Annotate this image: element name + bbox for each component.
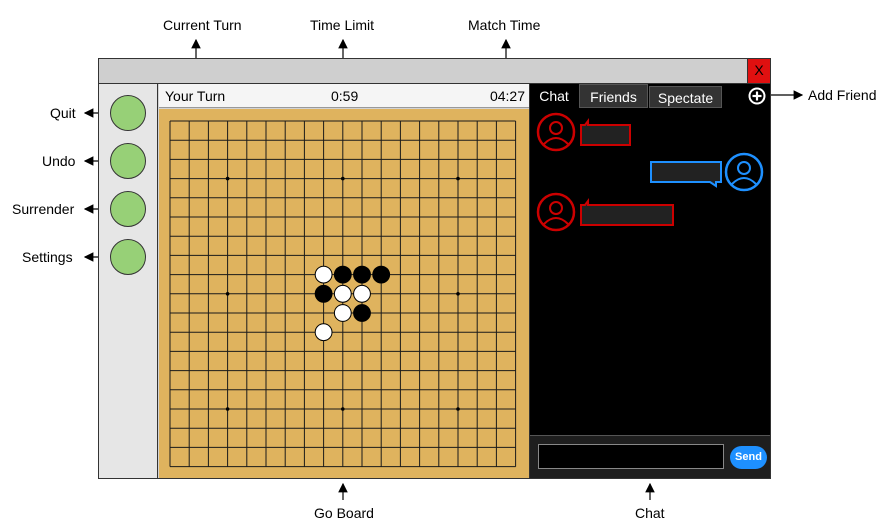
tab-spectate[interactable]: Spectate (649, 86, 722, 108)
star-point (225, 407, 230, 411)
status-bar: Your Turn 0:59 04:27 (159, 84, 529, 108)
star-point (456, 292, 460, 296)
chat-panel: Chat Friends Spectate Send (529, 84, 770, 478)
chat-input[interactable] (538, 444, 724, 469)
white-stone (353, 284, 371, 303)
send-button[interactable]: Send (730, 446, 767, 469)
settings-button[interactable] (110, 239, 146, 275)
black-stone (353, 304, 371, 322)
white-stone (314, 323, 333, 342)
match-time-value: 04:27 (489, 88, 525, 104)
chat-message-opponent (536, 192, 674, 232)
white-stone (333, 304, 352, 322)
go-board[interactable] (159, 109, 529, 478)
star-point (341, 176, 345, 181)
chat-message-opponent (536, 112, 631, 152)
star-point (341, 407, 345, 411)
user-icon (536, 192, 576, 232)
close-button[interactable]: X (747, 59, 770, 83)
undo-button[interactable] (110, 143, 146, 179)
star-point (225, 176, 230, 181)
game-window: X Your Turn 0:59 04:27 Chat Friends Spec… (98, 58, 771, 479)
black-stone (333, 265, 352, 284)
add-friend-icon[interactable] (748, 87, 766, 105)
chat-message-self (650, 152, 764, 192)
tab-friends[interactable]: Friends (579, 84, 648, 108)
star-point (456, 407, 460, 411)
black-stone (314, 284, 333, 303)
star-point (456, 176, 460, 181)
chat-input-area: Send (530, 435, 770, 478)
user-icon (724, 152, 764, 192)
black-stone (353, 265, 371, 284)
left-sidebar (99, 84, 158, 478)
star-point (225, 292, 230, 296)
surrender-button[interactable] (110, 191, 146, 227)
white-stone (314, 265, 333, 284)
current-turn-label: Your Turn (165, 88, 226, 104)
quit-button[interactable] (110, 95, 146, 131)
time-limit-value: 0:59 (331, 88, 359, 104)
tab-chat[interactable]: Chat (530, 84, 578, 108)
user-icon (536, 112, 576, 152)
go-board-grid[interactable] (159, 109, 529, 478)
white-stone (333, 284, 352, 303)
chat-messages (536, 112, 764, 232)
title-bar: X (99, 59, 770, 84)
black-stone (372, 265, 391, 284)
